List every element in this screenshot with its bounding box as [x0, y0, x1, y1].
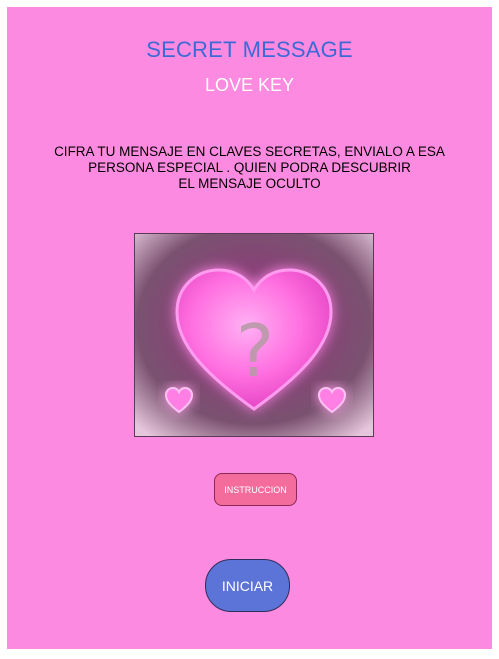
description-text: CIFRA TU MENSAJE EN CLAVES SECRETAS, ENV… [54, 144, 445, 191]
start-button[interactable]: INICIAR [205, 559, 290, 612]
page-title: SECRET MESSAGE [146, 37, 353, 62]
page-subtitle: LOVE KEY [204, 75, 295, 95]
heart-image: ? [134, 233, 374, 437]
instructions-button[interactable]: INSTRUCCION [214, 473, 297, 506]
heart-question-icon: ? [135, 234, 373, 436]
app-screen: SECRET MESSAGE LOVE KEY CIFRA TU MENSAJE… [7, 7, 492, 649]
question-mark: ? [236, 309, 274, 393]
